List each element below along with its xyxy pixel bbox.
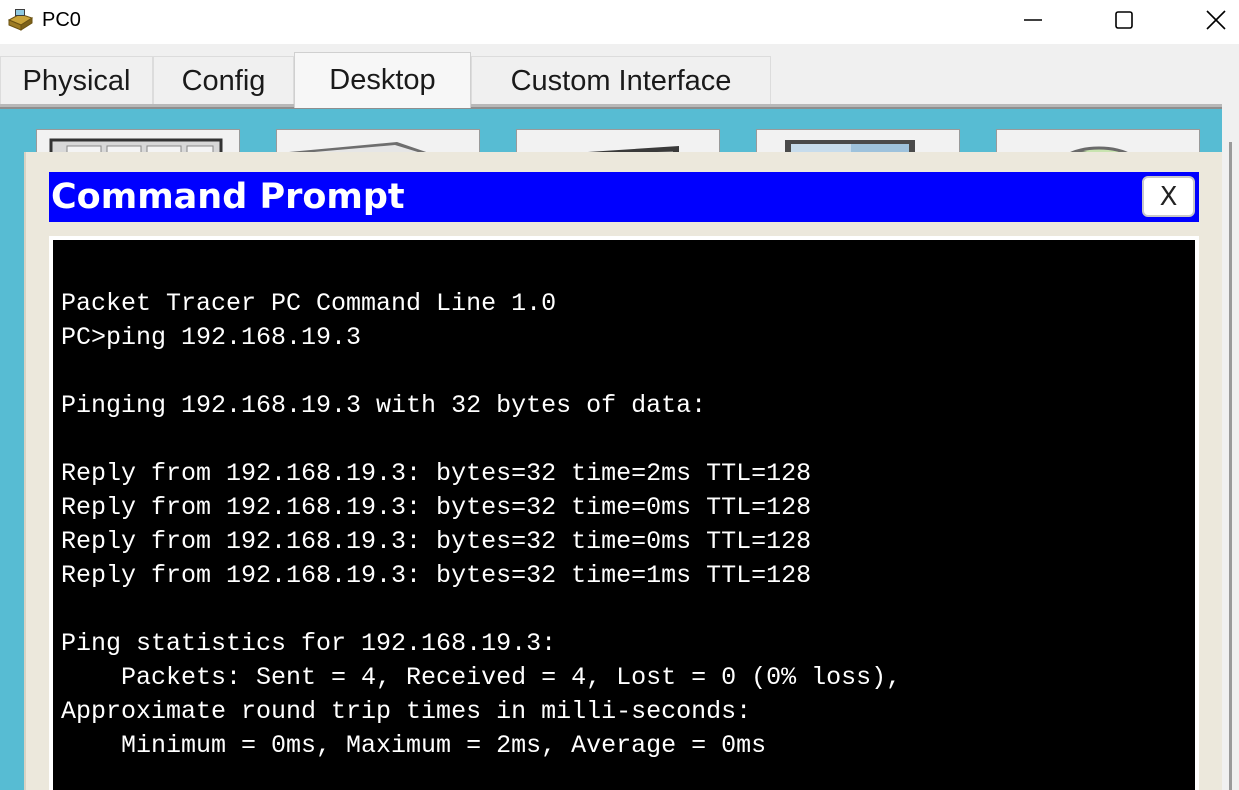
command-prompt-title: Command Prompt	[51, 177, 405, 217]
command-prompt-close-button[interactable]: X	[1142, 176, 1195, 217]
title-bar: PC0	[0, 0, 1239, 44]
terminal-line: Ping statistics for 192.168.19.3:	[61, 629, 557, 658]
tab-bar: Physical Config Desktop Custom Interface	[0, 44, 1239, 108]
terminal-line: Pinging 192.168.19.3 with 32 bytes of da…	[61, 391, 707, 420]
tab-custom-interface[interactable]: Custom Interface	[471, 56, 771, 106]
command-prompt-window: Command Prompt X Packet Tracer PC Comman…	[24, 152, 1222, 790]
packet-tracer-pc-icon	[6, 6, 36, 34]
window-title: PC0	[42, 9, 81, 31]
maximize-icon	[1115, 11, 1133, 29]
minimize-button[interactable]	[1010, 0, 1056, 40]
terminal-line: Reply from 192.168.19.3: bytes=32 time=1…	[61, 561, 812, 590]
tab-config[interactable]: Config	[153, 56, 294, 106]
minimize-icon	[1024, 19, 1042, 21]
terminal-line: Reply from 192.168.19.3: bytes=32 time=0…	[61, 493, 812, 522]
terminal-line: Reply from 192.168.19.3: bytes=32 time=2…	[61, 459, 812, 488]
terminal-line: Packet Tracer PC Command Line 1.0	[61, 289, 557, 318]
maximize-button[interactable]	[1101, 0, 1147, 40]
terminal-line: PC>ping 192.168.19.3	[61, 323, 362, 352]
terminal-frame: Packet Tracer PC Command Line 1.0 PC>pin…	[49, 236, 1199, 790]
terminal-line: Minimum = 0ms, Maximum = 2ms, Average = …	[61, 731, 767, 760]
terminal-line: Approximate round trip times in milli-se…	[61, 697, 752, 726]
close-icon	[1206, 10, 1226, 30]
pc0-window: PC0 Physical Config Desktop Custom Inter…	[0, 0, 1239, 790]
tab-physical[interactable]: Physical	[0, 56, 153, 106]
terminal-output[interactable]: Packet Tracer PC Command Line 1.0 PC>pin…	[53, 240, 1195, 790]
terminal-line: Reply from 192.168.19.3: bytes=32 time=0…	[61, 527, 812, 556]
close-button[interactable]	[1193, 0, 1239, 40]
scrollbar-thumb[interactable]	[1229, 142, 1232, 790]
command-prompt-title-bar: Command Prompt X	[49, 172, 1199, 222]
desktop-scrollbar[interactable]	[1222, 107, 1239, 790]
tab-desktop[interactable]: Desktop	[294, 52, 471, 108]
terminal-line: Packets: Sent = 4, Received = 4, Lost = …	[61, 663, 902, 692]
